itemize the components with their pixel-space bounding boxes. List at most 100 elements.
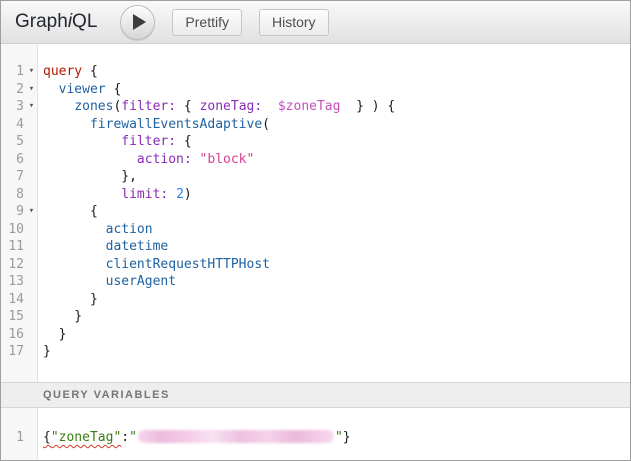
code-text: } (39, 343, 51, 361)
gutter-cell: 2▾ (1, 81, 39, 99)
code-text: } (39, 308, 82, 326)
code-line[interactable]: 12 clientRequestHTTPHost (1, 256, 630, 274)
code-line[interactable]: 8 limit: 2) (1, 186, 630, 204)
code-text: viewer { (39, 81, 121, 99)
code-line[interactable]: 11 datetime (1, 238, 630, 256)
variables-json-text: {"zoneTag":""} (39, 429, 351, 446)
code-line[interactable]: 6 action: "block" (1, 151, 630, 169)
code-text: }, (39, 168, 137, 186)
fold-gutter-spacer (24, 221, 39, 239)
redacted-zone-tag-value (138, 430, 334, 443)
fold-arrow-icon[interactable]: ▾ (24, 203, 39, 221)
fold-arrow-icon[interactable]: ▾ (24, 63, 39, 81)
code-line[interactable]: 7 }, (1, 168, 630, 186)
gutter-cell: 13 (1, 273, 39, 291)
line-number: 2 (1, 81, 24, 99)
fold-gutter-spacer (24, 186, 39, 204)
line-number: 15 (1, 308, 24, 326)
code-text: datetime (39, 238, 168, 256)
line-number: 4 (1, 116, 24, 134)
gutter-cell: 9▾ (1, 203, 39, 221)
code-line[interactable]: 1▾query { (1, 63, 630, 81)
code-line[interactable]: 5 filter: { (1, 133, 630, 151)
fold-arrow-icon[interactable]: ▾ (24, 98, 39, 116)
gutter-cell: 17 (1, 343, 39, 361)
code-text: action (39, 221, 153, 239)
json-colon: : (121, 430, 129, 445)
gutter-cell: 10 (1, 221, 39, 239)
code-line[interactable]: 15 } (1, 308, 630, 326)
code-text: { (39, 203, 98, 221)
prettify-button[interactable]: Prettify (172, 9, 242, 36)
query-editor-lines: 1▾query {2▾ viewer {3▾ zones(filter: { z… (1, 44, 630, 361)
line-number: 16 (1, 326, 24, 344)
gutter-cell: 12 (1, 256, 39, 274)
gutter-cell: 14 (1, 291, 39, 309)
json-open-quote: " (129, 430, 137, 445)
code-line[interactable]: 16 } (1, 326, 630, 344)
fold-gutter-spacer (24, 151, 39, 169)
variables-gutter-cell: 1 (1, 429, 39, 446)
line-number: 17 (1, 343, 24, 361)
code-line[interactable]: 4 firewallEventsAdaptive( (1, 116, 630, 134)
code-line[interactable]: 9▾ { (1, 203, 630, 221)
line-number: 13 (1, 273, 24, 291)
gutter-cell: 7 (1, 168, 39, 186)
gutter-cell: 6 (1, 151, 39, 169)
variables-line[interactable]: 1 {"zoneTag":""} (1, 408, 630, 446)
gutter-cell: 15 (1, 308, 39, 326)
history-button[interactable]: History (259, 9, 329, 36)
gutter-cell: 4 (1, 116, 39, 134)
code-text: } (39, 291, 98, 309)
code-text: action: "block" (39, 151, 254, 169)
code-line[interactable]: 14 } (1, 291, 630, 309)
code-text: zones(filter: { zoneTag: $zoneTag } ) { (39, 98, 395, 116)
query-variables-title: QUERY VARIABLES (43, 389, 170, 401)
code-text: limit: 2) (39, 186, 192, 204)
code-text: userAgent (39, 273, 176, 291)
json-close-quote: " (335, 430, 343, 445)
fold-gutter-spacer (24, 133, 39, 151)
fold-gutter-spacer (24, 256, 39, 274)
json-key-zonetag: "zoneTag" (51, 430, 121, 445)
logo-text-post: QL (72, 11, 97, 32)
graphiql-logo: GraphiQL (15, 11, 97, 33)
fold-gutter-spacer (24, 326, 39, 344)
fold-gutter-spacer (24, 273, 39, 291)
code-line[interactable]: 10 action (1, 221, 630, 239)
fold-gutter-spacer (24, 343, 39, 361)
gutter-cell: 3▾ (1, 98, 39, 116)
line-number: 5 (1, 133, 24, 151)
line-number: 9 (1, 203, 24, 221)
fold-gutter-spacer (24, 291, 39, 309)
line-number: 11 (1, 238, 24, 256)
variables-line-number: 1 (1, 429, 24, 446)
code-text: firewallEventsAdaptive( (39, 116, 270, 134)
line-number: 3 (1, 98, 24, 116)
code-text: clientRequestHTTPHost (39, 256, 270, 274)
fold-gutter-spacer (24, 238, 39, 256)
code-line[interactable]: 3▾ zones(filter: { zoneTag: $zoneTag } )… (1, 98, 630, 116)
logo-text-pre: Graph (15, 11, 68, 32)
code-line[interactable]: 17} (1, 343, 630, 361)
query-editor[interactable]: 1▾query {2▾ viewer {3▾ zones(filter: { z… (1, 44, 630, 382)
query-variables-title-bar[interactable]: QUERY VARIABLES (1, 382, 630, 408)
line-number: 7 (1, 168, 24, 186)
fold-arrow-icon[interactable]: ▾ (24, 81, 39, 99)
json-close-brace: } (343, 430, 351, 445)
line-number: 12 (1, 256, 24, 274)
gutter-cell: 8 (1, 186, 39, 204)
gutter-cell: 5 (1, 133, 39, 151)
line-number: 6 (1, 151, 24, 169)
code-line[interactable]: 2▾ viewer { (1, 81, 630, 99)
gutter-cell: 1▾ (1, 63, 39, 81)
code-line[interactable]: 13 userAgent (1, 273, 630, 291)
execute-query-button[interactable] (120, 5, 155, 40)
variables-editor[interactable]: 1 {"zoneTag":""} (1, 408, 630, 460)
line-number: 14 (1, 291, 24, 309)
code-text: } (39, 326, 66, 344)
line-number: 1 (1, 63, 24, 81)
play-icon (133, 14, 146, 30)
code-text: query { (39, 63, 98, 81)
gutter-cell: 11 (1, 238, 39, 256)
